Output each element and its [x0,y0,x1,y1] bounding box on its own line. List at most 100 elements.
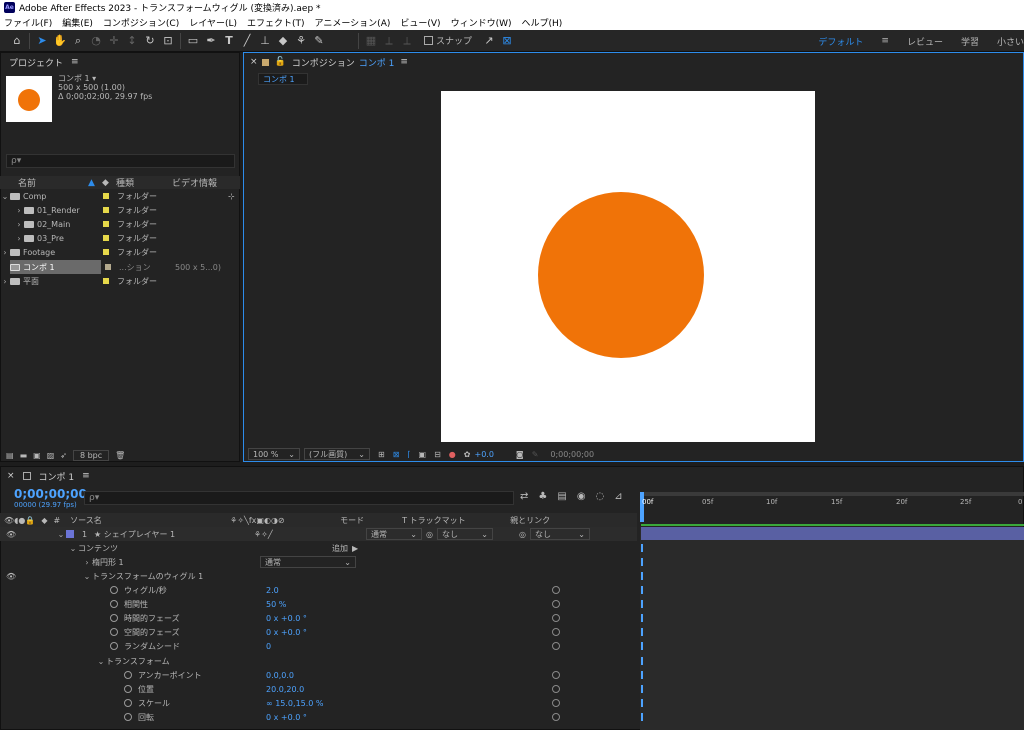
expression-pickwhip-icon[interactable] [552,671,560,679]
keyframe-marker[interactable] [641,628,643,636]
menu-layer[interactable]: レイヤー(L) [189,16,237,29]
blend-mode-dropdown[interactable]: 通常 ⌄ [366,528,422,540]
stopwatch-icon[interactable] [124,713,132,721]
adjust-settings-icon[interactable]: ▨ [47,451,55,460]
label-color[interactable] [103,207,109,213]
new-folder-icon[interactable]: ▬ [20,451,28,460]
label-color[interactable] [105,264,111,270]
layer-switch-icons[interactable]: ⚘✧╱ [254,530,366,539]
color-management-icon[interactable]: ✿ [464,450,471,459]
region-of-interest-icon[interactable]: ▣ [419,450,427,459]
property-row[interactable]: スケール ∞ 15.0,15.0 % [0,696,637,710]
menu-view[interactable]: ビュー(V) [400,16,440,29]
parent-pickwhip-icon[interactable]: ◎ [519,530,526,539]
property-value[interactable]: 0 [266,642,271,651]
property-row[interactable]: ウィグル/秒 2.0 [0,583,637,597]
menu-effect[interactable]: エフェクト(T) [247,16,305,29]
label-color[interactable] [103,193,109,199]
viewer-timecode[interactable]: 0;00;00;00 [550,450,594,459]
lock-icon[interactable]: 🔓 [275,57,286,67]
layer-name[interactable]: ★ シェイプレイヤー 1 [94,529,254,540]
stopwatch-icon[interactable] [124,699,132,707]
comp-mini-flowchart-icon[interactable]: ⇄ [520,491,528,502]
draft-3d-icon[interactable]: ♣ [538,491,547,502]
menu-file[interactable]: ファイル(F) [4,16,52,29]
property-value[interactable]: 0 x +0.0 ° [266,713,307,722]
expand-icon[interactable]: ⌄ [82,572,92,581]
motion-blur-icon[interactable]: ◌ [596,491,605,502]
axis-icon[interactable]: ⟂ [380,32,398,50]
property-value[interactable]: 2.0 [266,586,279,595]
expand-icon[interactable]: ⌄ [68,544,78,553]
work-area-bar[interactable] [640,492,1024,496]
keyframe-marker[interactable] [641,671,643,679]
property-value[interactable]: 20.0,20.0 [266,685,304,694]
keyframe-marker[interactable] [641,572,643,580]
axis-world-icon[interactable]: ⟂ [398,32,416,50]
dolly-camera-icon[interactable]: ↕ [123,32,141,50]
mask-visibility-icon[interactable]: ⌈ [407,450,410,459]
render-icon[interactable]: ➶ [60,451,67,460]
home-icon[interactable]: ⌂ [8,32,26,50]
expression-pickwhip-icon[interactable] [552,628,560,636]
stopwatch-icon[interactable] [124,685,132,693]
expression-pickwhip-icon[interactable] [552,642,560,650]
stopwatch-icon[interactable] [110,628,118,636]
layer-switches-icon[interactable]: ⚘✧╲fx▣◐◑⊘ [230,516,340,525]
channel-icon[interactable]: ● [449,450,456,459]
current-time-display[interactable]: 0;00;00;00 [14,487,87,501]
project-row[interactable]: › 03_Pre フォルダー [0,231,240,245]
flowchart-icon[interactable]: ⊹ [228,192,235,201]
project-row[interactable]: コンポ 1 ...ション 500 x 5...0) [0,260,240,274]
pan-behind-tool-icon[interactable]: ⊡ [159,32,177,50]
panel-menu-icon[interactable]: ≡ [82,471,90,481]
keyframe-marker[interactable] [641,558,643,566]
label-tag-icon[interactable]: ◆ [41,516,47,525]
menu-composition[interactable]: コンポジション(C) [103,16,179,29]
av-features-icon[interactable]: 👁◖●🔒 [4,516,35,525]
time-ruler[interactable]: 00f 05f 10f 15f 20f 25f 0 [640,492,1024,522]
property-row[interactable]: ランダムシード 0 [0,639,637,653]
property-group-row[interactable]: ⌄ トランスフォーム [0,654,637,668]
keyframe-marker[interactable] [641,685,643,693]
panel-menu-icon[interactable]: ≡ [71,57,79,67]
property-row[interactable]: 時間的フェーズ 0 x +0.0 ° [0,611,637,625]
stopwatch-icon[interactable] [110,586,118,594]
exposure-value[interactable]: +0.0 [474,450,493,459]
orbit-camera-icon[interactable]: ◔ [87,32,105,50]
label-color[interactable] [103,235,109,241]
expand-icon[interactable]: › [14,220,24,229]
expression-pickwhip-icon[interactable] [552,600,560,608]
comp-subtab[interactable]: コンポ 1 [258,73,308,85]
clone-stamp-icon[interactable]: ⊥ [256,32,274,50]
bpc-button[interactable]: 8 bpc [72,449,110,461]
rectangle-tool-icon[interactable]: ▭ [184,32,202,50]
timeline-search-input[interactable]: ρ▾ [84,491,514,505]
property-row[interactable]: 空間的フェーズ 0 x +0.0 ° [0,625,637,639]
interpret-footage-icon[interactable]: ▤ [6,451,14,460]
expression-pickwhip-icon[interactable] [552,685,560,693]
workspace-learn[interactable]: 学習 [961,35,979,48]
col-parent[interactable]: 親とリンク [510,515,550,526]
property-value[interactable]: 0.0,0.0 [266,671,294,680]
property-value[interactable]: 50 % [266,600,286,609]
keyframe-marker[interactable] [641,642,643,650]
keyframe-marker[interactable] [641,586,643,594]
label-tag-icon[interactable]: ◆ [102,178,116,188]
pan-camera-icon[interactable]: ✛ [105,32,123,50]
keyframe-marker[interactable] [641,699,643,707]
zoom-dropdown[interactable]: 100 % ⌄ [248,448,300,460]
property-value[interactable]: ∞ 15.0,15.0 % [266,699,324,708]
property-row[interactable]: 相関性 50 % [0,597,637,611]
stopwatch-icon[interactable] [110,642,118,650]
align-icon[interactable]: ▦ [362,32,380,50]
property-group-row[interactable]: 👁 ⌄ トランスフォームのウィグル 1 [0,569,637,583]
snap-checkbox[interactable] [424,36,433,45]
label-color[interactable] [103,278,109,284]
zoom-tool-icon[interactable]: ⌕ [69,32,87,50]
expand-icon[interactable]: ⌄ [56,530,66,539]
property-value[interactable]: 0 x +0.0 ° [266,628,307,637]
expand-icon[interactable]: › [0,277,10,286]
col-type[interactable]: 種類 [116,176,172,189]
graph-editor-icon[interactable]: ⊿ [614,491,622,502]
